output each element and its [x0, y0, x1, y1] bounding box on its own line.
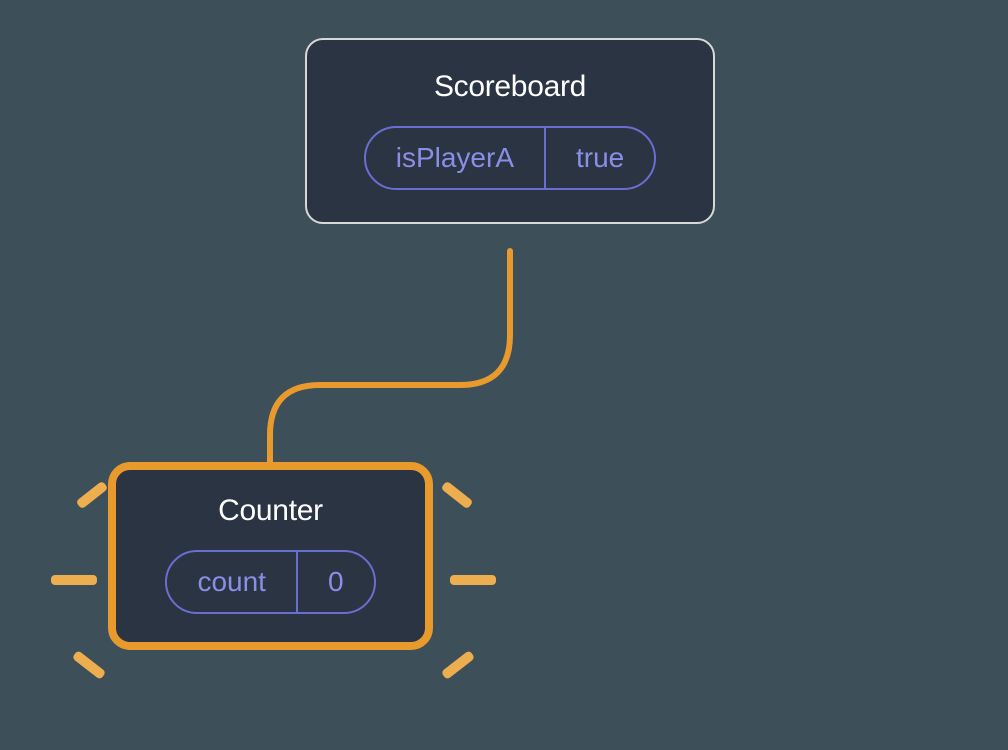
node-scoreboard: Scoreboard isPlayerA true: [305, 38, 715, 224]
state-value: 0: [298, 552, 374, 612]
node-title-scoreboard: Scoreboard: [434, 70, 586, 104]
state-pill-counter: count 0: [165, 550, 375, 614]
sparkle-right: [430, 480, 510, 680]
node-counter: Counter count 0: [108, 462, 433, 650]
state-key: isPlayerA: [366, 128, 544, 188]
node-title-counter: Counter: [218, 494, 323, 528]
state-value: true: [546, 128, 654, 188]
state-pill-scoreboard: isPlayerA true: [364, 126, 657, 190]
sparkle-left: [45, 480, 115, 680]
state-key: count: [167, 552, 296, 612]
connector-line: [260, 245, 520, 475]
